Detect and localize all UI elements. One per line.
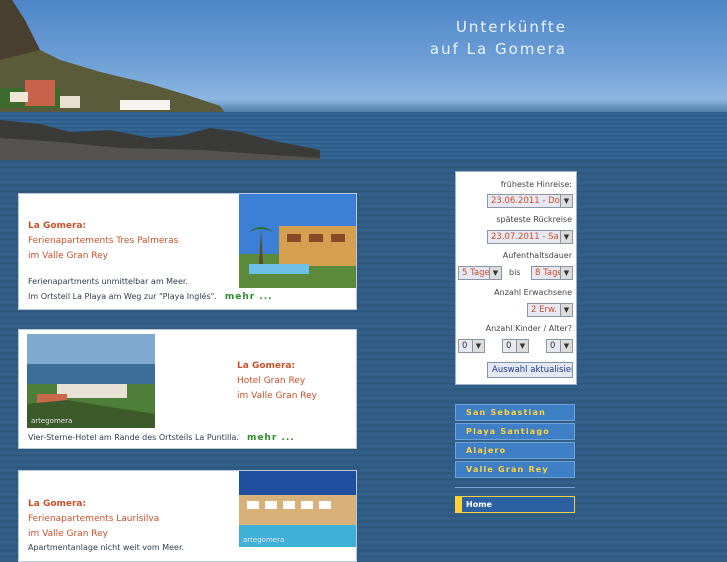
card-location: im Valle Gran Rey <box>28 251 108 261</box>
nav-item-playa-santiago[interactable]: Playa Santiago <box>455 423 575 440</box>
listing-card-hotel-gran-rey[interactable]: artegomera La Gomera: Hotel Gran Rey im … <box>18 329 357 449</box>
listing-card-laurisilva[interactable]: La Gomera: Ferienapartements Laurisilva … <box>18 470 357 562</box>
latest-return-label: späteste Rückreise <box>496 215 572 224</box>
availability-search-form: früheste Hinreise: 23.06.2011 - Do ▼ spä… <box>455 171 577 385</box>
title-line-2: auf La Gomera <box>429 40 567 58</box>
card-title[interactable]: Ferienapartements Laurisilva <box>28 514 159 524</box>
home-marker <box>456 497 462 512</box>
page-title: Unterkünfte auf La Gomera <box>430 16 567 60</box>
adults-value: 2 Erw. <box>531 305 557 315</box>
card-description-2: Im Ortsteil La Playa am Weg zur "Playa I… <box>28 292 273 302</box>
dropdown-arrow-icon: ▼ <box>472 340 484 352</box>
dropdown-arrow-icon: ▼ <box>560 267 572 279</box>
nav-item-san-sebastian[interactable]: San Sebastian <box>455 404 575 421</box>
adults-select[interactable]: 2 Erw. ▼ <box>527 303 573 317</box>
card-description: Ferienapartments unmittelbar am Meer. <box>28 277 188 286</box>
dropdown-arrow-icon: ▼ <box>489 267 501 279</box>
stay-min-select[interactable]: 5 Tage ▼ <box>458 266 502 280</box>
stay-min-value: 5 Tage <box>462 268 490 278</box>
nav-divider <box>455 487 575 488</box>
stay-max-select[interactable]: 8 Tage ▼ <box>531 266 573 280</box>
card-location: im Valle Gran Rey <box>28 529 108 539</box>
stay-duration-label: Aufenthaltsdauer <box>502 251 572 260</box>
card-location: im Valle Gran Rey <box>237 391 317 401</box>
earliest-departure-select[interactable]: 23.06.2011 - Do ▼ <box>487 194 573 208</box>
earliest-departure-value: 23.06.2011 - Do <box>491 196 560 206</box>
photo-credit: artegomera <box>31 417 73 425</box>
card-heading: La Gomera: <box>28 499 87 509</box>
latest-return-select[interactable]: 23.07.2011 - Sa ▼ <box>487 230 573 244</box>
card-title[interactable]: Ferienapartements Tres Palmeras <box>28 236 178 246</box>
header-banner: Unterkünfte auf La Gomera <box>0 0 727 160</box>
nav-item-alajero[interactable]: Alajero <box>455 442 575 459</box>
children-label: Anzahl Kinder / Alter? <box>485 324 572 333</box>
home-label: Home <box>466 500 492 509</box>
child-age-value-3: 0 <box>550 341 556 351</box>
card-description-text: Vier-Sterne-Hotel am Rande des Ortsteils… <box>28 433 239 442</box>
update-selection-button[interactable]: Auswahl aktualisieren <box>487 362 573 378</box>
dropdown-arrow-icon: ▼ <box>560 304 572 316</box>
child-age-select-3[interactable]: 0 ▼ <box>546 339 573 353</box>
dropdown-arrow-icon: ▼ <box>560 340 572 352</box>
card-title[interactable]: Hotel Gran Rey <box>237 376 317 386</box>
child-age-value-1: 0 <box>462 341 468 351</box>
listing-photo[interactable]: artegomera <box>27 334 155 428</box>
listing-photo[interactable]: artegomera <box>239 471 356 547</box>
photo-credit: artegomera <box>243 536 285 544</box>
earliest-departure-label: früheste Hinreise: <box>500 180 572 189</box>
dropdown-arrow-icon: ▼ <box>560 231 572 243</box>
more-link[interactable]: mehr ... <box>225 292 273 302</box>
card-description: Vier-Sterne-Hotel am Rande des Ortsteils… <box>28 433 295 443</box>
cliff-landscape-image <box>0 0 230 120</box>
card-heading: La Gomera: <box>28 221 87 231</box>
card-heading: La Gomera: <box>237 361 296 371</box>
child-age-select-2[interactable]: 0 ▼ <box>502 339 529 353</box>
dropdown-arrow-icon: ▼ <box>560 195 572 207</box>
more-link[interactable]: mehr ... <box>247 433 295 443</box>
child-age-select-1[interactable]: 0 ▼ <box>458 339 485 353</box>
dropdown-arrow-icon: ▼ <box>516 340 528 352</box>
card-description: Apartmentanlage nicht weit vom Meer. <box>28 543 185 552</box>
stay-bis-label: bis <box>509 268 521 277</box>
adults-label: Anzahl Erwachsene <box>494 288 572 297</box>
title-line-1: Unterkünfte <box>455 18 567 36</box>
nav-item-home[interactable]: Home <box>455 496 575 513</box>
latest-return-value: 23.07.2011 - Sa <box>491 232 559 242</box>
listing-photo[interactable] <box>239 194 356 288</box>
listing-card-tres-palmeras[interactable]: La Gomera: Ferienapartements Tres Palmer… <box>18 193 357 310</box>
nav-item-valle-gran-rey[interactable]: Valle Gran Rey <box>455 461 575 478</box>
card-description-2-text: Im Ortsteil La Playa am Weg zur "Playa I… <box>28 292 217 301</box>
child-age-value-2: 0 <box>506 341 512 351</box>
stay-max-value: 8 Tage <box>535 268 563 278</box>
coastal-rocks-image <box>0 120 320 160</box>
